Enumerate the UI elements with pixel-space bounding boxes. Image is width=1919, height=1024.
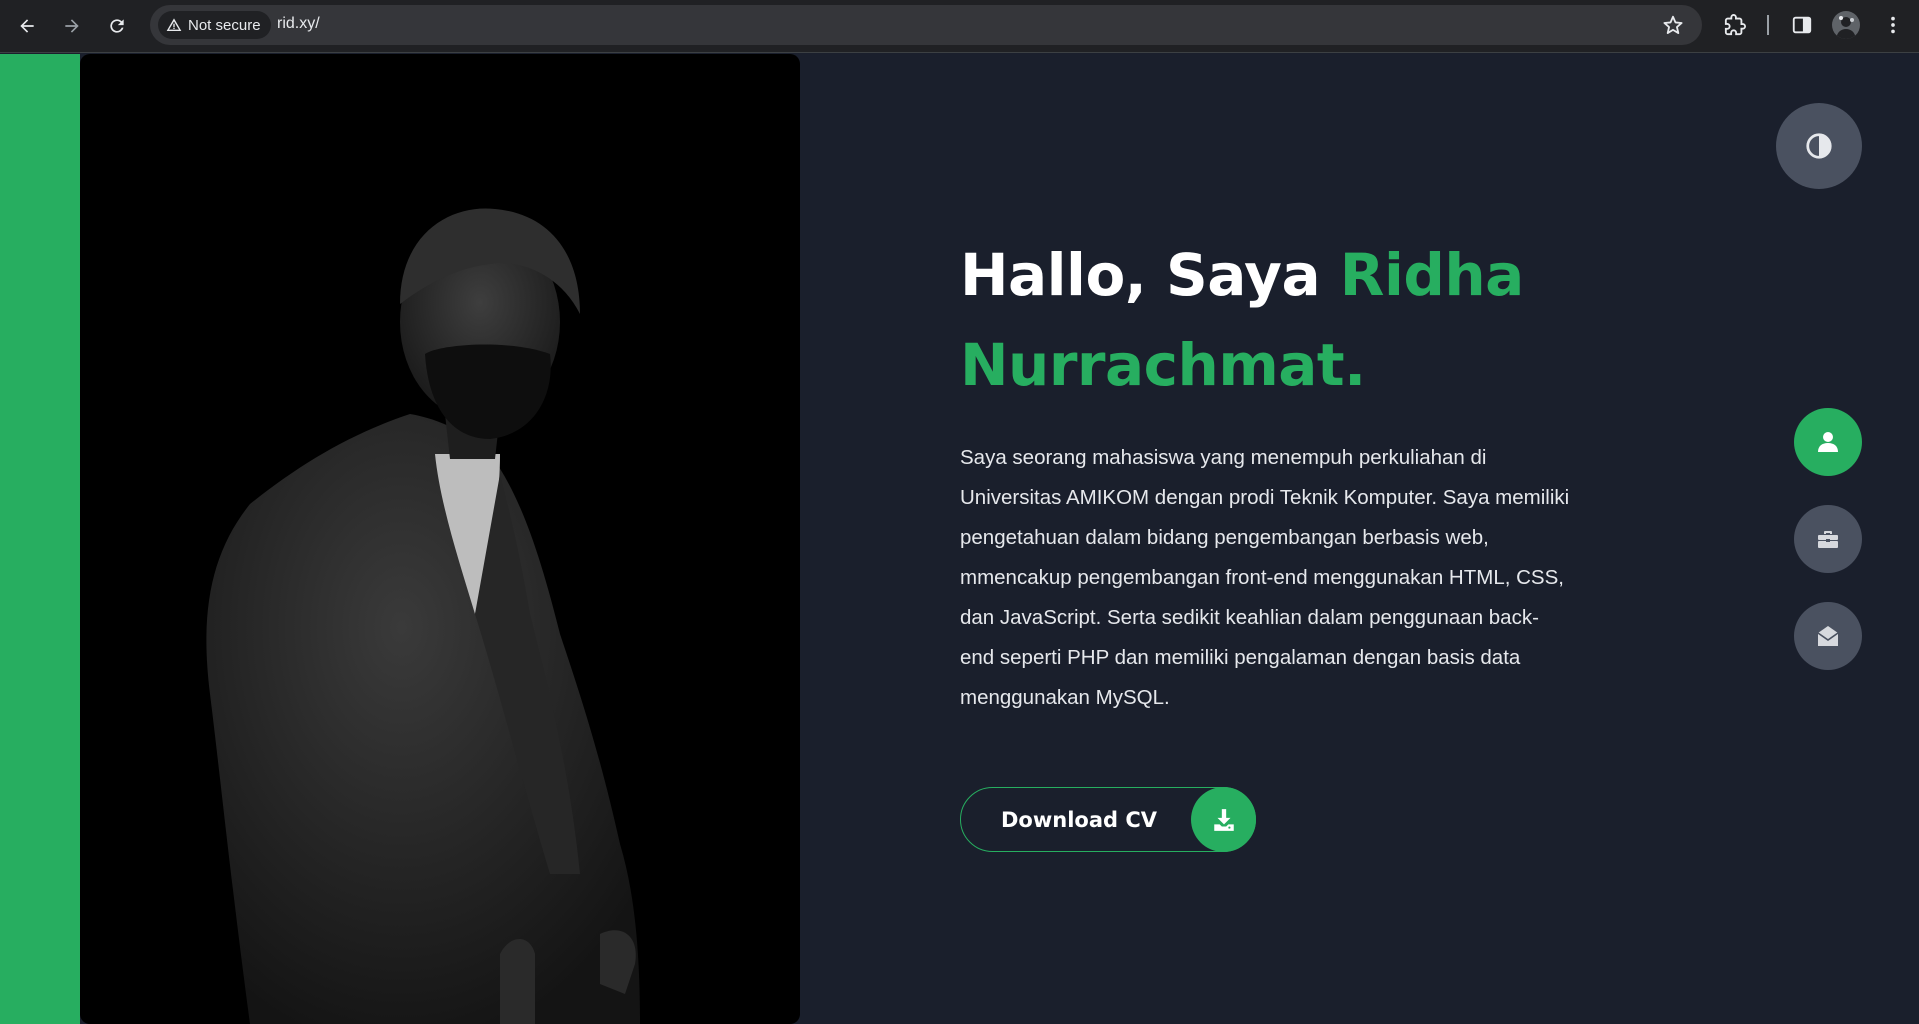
contrast-icon — [1806, 133, 1832, 159]
name-last: Nurrachmat. — [960, 331, 1366, 399]
side-panel-button[interactable] — [1789, 12, 1815, 38]
arrow-right-icon — [65, 19, 79, 33]
bookmark-star-icon[interactable] — [1662, 14, 1684, 36]
menu-button[interactable] — [1880, 12, 1906, 38]
profile-photo — [80, 54, 800, 1024]
kebab-menu-icon — [1891, 16, 1895, 34]
briefcase-icon — [1818, 531, 1838, 548]
download-icon — [1191, 787, 1256, 852]
green-accent-strip — [0, 54, 80, 1024]
greeting-text: Hallo, Saya — [960, 241, 1340, 309]
security-label: Not secure — [188, 16, 261, 34]
name-first: Ridha — [1339, 241, 1525, 309]
download-cv-label: Download CV — [1001, 807, 1158, 832]
nav-portfolio-button[interactable] — [1794, 505, 1862, 573]
extensions-button[interactable] — [1722, 12, 1748, 38]
address-bar[interactable]: Not secure rid.xy/ — [150, 5, 1702, 45]
back-button[interactable] — [12, 11, 42, 41]
toolbar-divider — [1767, 15, 1769, 35]
nav-about-button[interactable] — [1794, 408, 1862, 476]
envelope-open-icon — [1817, 626, 1839, 646]
theme-toggle-button[interactable] — [1776, 103, 1862, 189]
profile-avatar-icon — [1836, 16, 1856, 39]
arrow-left-icon — [20, 19, 34, 33]
user-icon — [1818, 432, 1838, 452]
security-chip[interactable]: Not secure — [158, 11, 271, 39]
nav-contact-button[interactable] — [1794, 602, 1862, 670]
page: Hallo, Saya Ridha Nurrachmat. Saya seoran… — [0, 54, 1919, 1024]
bio-paragraph: Saya seorang mahasiswa yang menempuh per… — [960, 446, 1570, 709]
url-text[interactable]: rid.xy/ — [277, 15, 320, 33]
warning-icon — [166, 18, 182, 31]
profile-avatar[interactable] — [1832, 11, 1860, 39]
browser-toolbar: Not secure rid.xy/ — [0, 0, 1919, 53]
reload-icon — [110, 19, 124, 33]
hero-headline: Hallo, Saya Ridha Nurrachmat. — [960, 230, 1580, 410]
forward-button[interactable] — [57, 11, 87, 41]
side-panel-icon — [1792, 16, 1812, 34]
person-silhouette-image — [206, 208, 641, 1024]
download-cv-button[interactable]: Download CV — [960, 787, 1256, 852]
puzzle-icon — [1724, 14, 1746, 36]
reload-button[interactable] — [102, 11, 132, 41]
